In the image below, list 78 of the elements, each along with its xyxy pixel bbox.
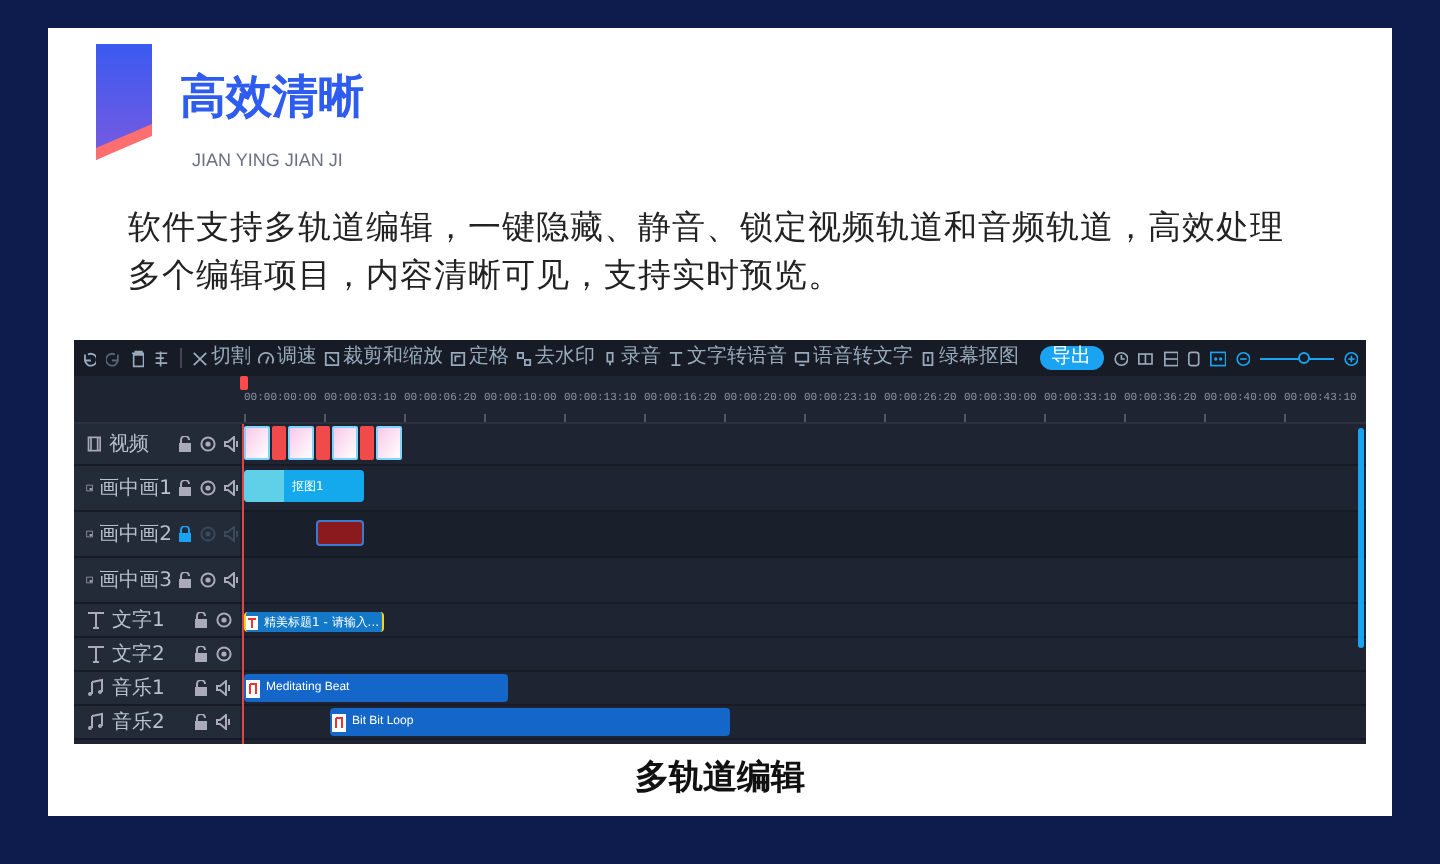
tool-icon (793, 349, 810, 367)
lock-icon[interactable] (194, 646, 208, 662)
lock-icon[interactable] (178, 480, 192, 496)
tool-icon (323, 349, 340, 367)
text-clip-icon (246, 615, 258, 629)
track-name: 音乐1 (112, 675, 167, 703)
speaker-icon[interactable] (216, 680, 232, 696)
lock-icon[interactable] (178, 526, 192, 542)
thumbnail-placeholder (244, 470, 284, 502)
toolbar-button[interactable]: 绿幕抠图 (919, 346, 1020, 370)
track-type-icon (86, 712, 106, 732)
video-clip[interactable] (244, 426, 402, 460)
music-note-icon (332, 713, 346, 731)
zoom-slider[interactable] (1260, 352, 1334, 364)
speaker-icon[interactable] (224, 572, 240, 588)
phone-icon[interactable] (1187, 349, 1200, 367)
track-type-icon (86, 570, 94, 590)
section-subtitle: JIAN YING JIAN JI (192, 148, 343, 174)
bookmark-icon (96, 44, 152, 160)
track-name: 画中画3 (99, 567, 172, 595)
track-name: 文字1 (112, 607, 167, 635)
redo-icon[interactable] (106, 349, 122, 367)
playhead-marker[interactable] (240, 376, 248, 390)
tool-icon (515, 349, 532, 367)
track-name: 视频 (108, 431, 151, 459)
eye-icon[interactable] (200, 572, 216, 588)
eye-icon[interactable] (216, 646, 232, 662)
zoom-in-icon[interactable] (1343, 349, 1359, 367)
caption: 多轨道编辑 (633, 756, 807, 802)
clock-icon[interactable] (1113, 349, 1129, 367)
lock-icon[interactable] (194, 612, 208, 628)
toolbar-button[interactable]: 调速 (257, 346, 318, 370)
toolbar-button[interactable]: 去水印 (515, 346, 596, 370)
tool-icon (449, 349, 466, 367)
track-type-icon (86, 644, 106, 664)
image-clip[interactable] (316, 520, 364, 546)
track-type-icon (86, 478, 94, 498)
speaker-icon[interactable] (216, 714, 232, 730)
zoom-out-icon[interactable] (1235, 349, 1251, 367)
track-type-icon (86, 524, 94, 544)
tool-icon (667, 349, 684, 367)
toolbar-button[interactable]: 文字转语音 (667, 346, 788, 370)
tool-icon (919, 349, 936, 367)
track-type-icon (86, 678, 106, 698)
speaker-icon[interactable] (224, 436, 240, 452)
toolbar-button[interactable]: 定格 (449, 346, 510, 370)
frame-icon[interactable] (1138, 349, 1154, 367)
lock-icon[interactable] (178, 436, 192, 452)
track-type-icon (86, 434, 103, 454)
toolbar-button[interactable]: 语音转文字 (793, 346, 914, 370)
toolbar-button[interactable]: 录音 (601, 346, 662, 370)
description-text: 软件支持多轨道编辑，一键隐藏、静音、锁定视频轨道和音频轨道，高效处理多个编辑项目，内容清晰可见，支持实时预览。 (128, 206, 1286, 298)
toolbar-button[interactable]: 切割 (191, 346, 252, 370)
toolbar-button[interactable]: 裁剪和缩放 (323, 346, 444, 370)
screen-icon[interactable] (1209, 349, 1226, 367)
track-type-icon (86, 610, 106, 630)
eye-icon[interactable] (200, 480, 216, 496)
track-name: 音乐2 (112, 709, 167, 737)
section-title: 高效清晰 (180, 70, 364, 128)
layout-icon[interactable] (1163, 349, 1178, 367)
tool-icon (191, 349, 208, 367)
lock-icon[interactable] (194, 714, 208, 730)
scrollbar[interactable] (1358, 428, 1364, 648)
trash-icon[interactable] (131, 349, 145, 367)
slider-thumb[interactable] (1298, 352, 1311, 364)
track-name: 画中画1 (99, 475, 172, 503)
eye-icon[interactable] (200, 436, 216, 452)
eye-icon[interactable] (216, 612, 232, 628)
tool-icon (257, 349, 274, 367)
speaker-icon[interactable] (224, 480, 240, 496)
lock-icon[interactable] (194, 680, 208, 696)
split-icon[interactable] (154, 349, 170, 367)
music-note-icon (246, 679, 260, 697)
track-name: 文字2 (112, 641, 167, 669)
tool-icon (601, 349, 618, 367)
lock-icon[interactable] (178, 572, 192, 588)
undo-icon[interactable] (82, 349, 97, 367)
track-name: 画中画2 (99, 521, 172, 549)
